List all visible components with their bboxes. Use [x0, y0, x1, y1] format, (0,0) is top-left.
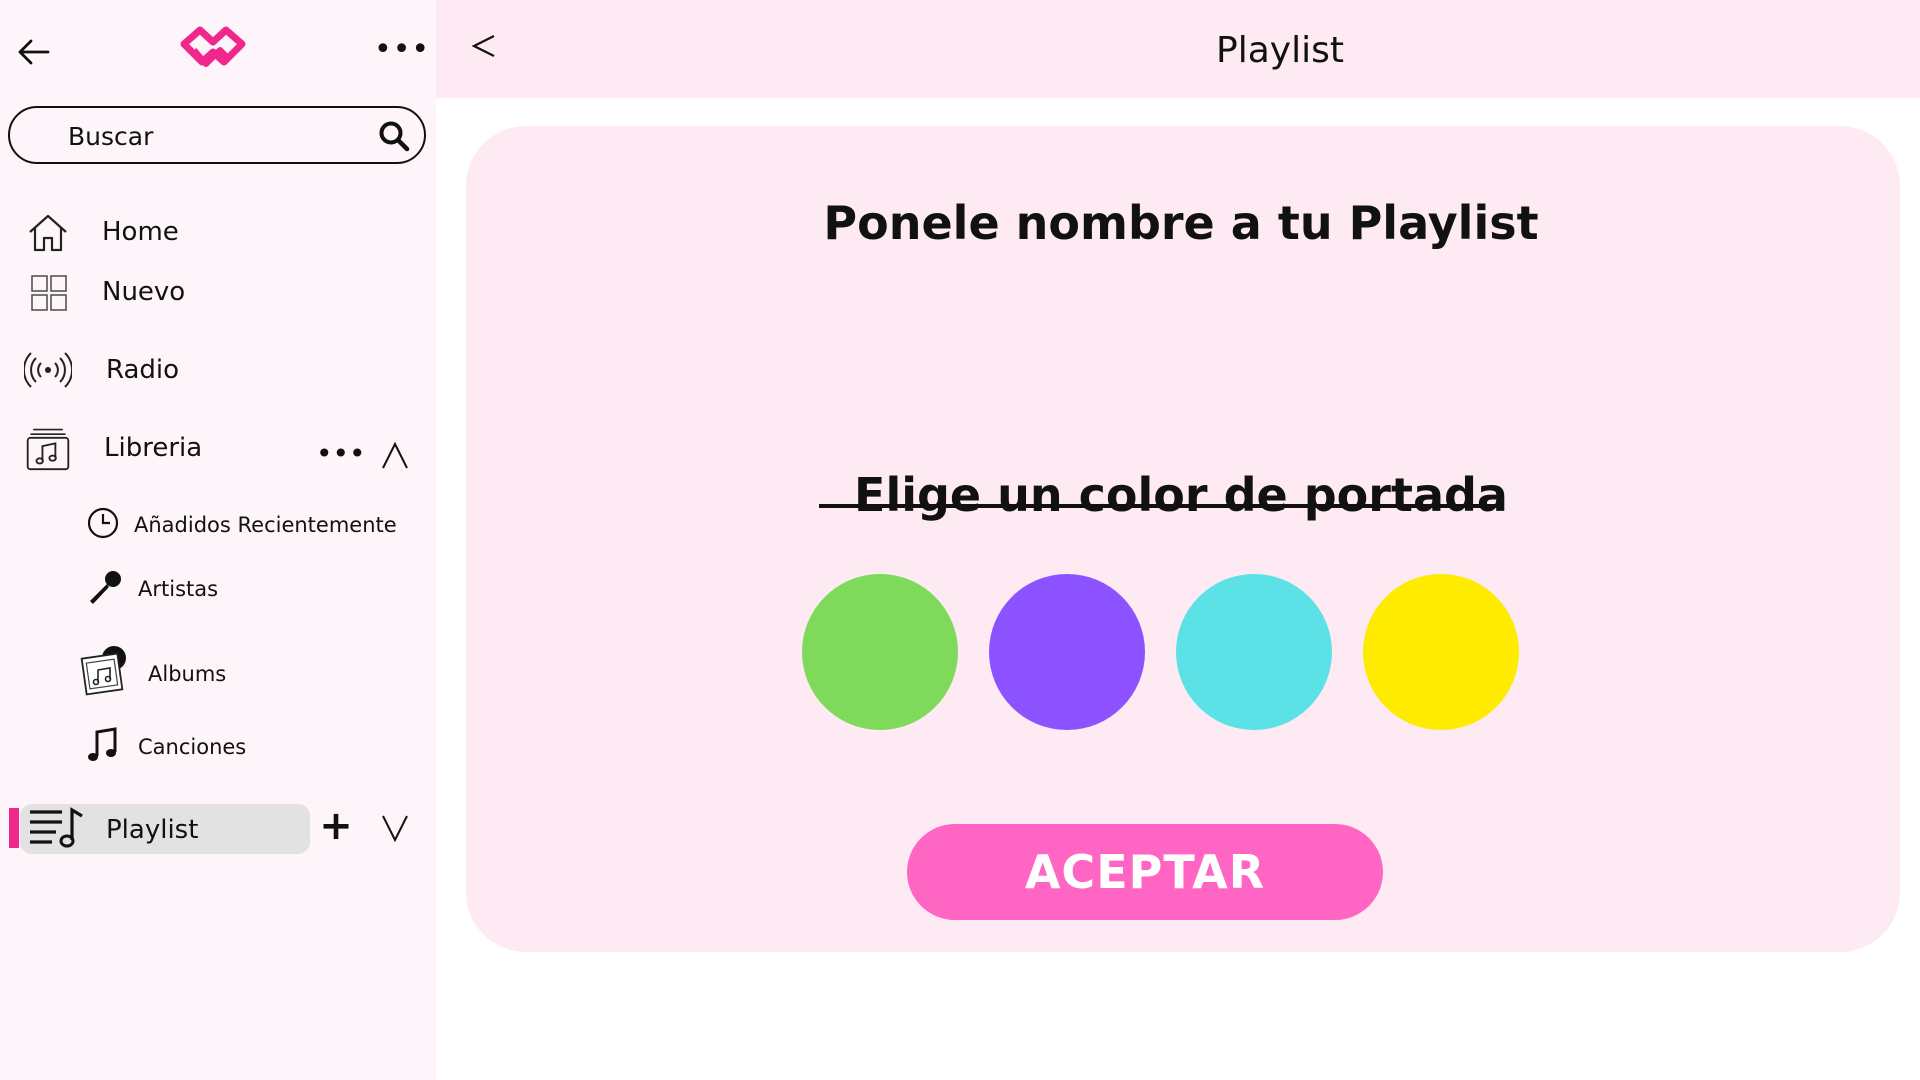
playlist-icon — [28, 806, 86, 854]
sidebar-subitem-recent[interactable]: Añadidos Recientemente — [86, 506, 397, 544]
clock-icon — [86, 506, 120, 544]
chevron-down-icon[interactable] — [380, 814, 410, 844]
search-icon[interactable] — [378, 120, 410, 152]
sidebar-subitem-label: Albums — [148, 662, 227, 686]
color-swatch-yellow[interactable] — [1363, 574, 1519, 730]
sidebar: ••• Home Nuevo — [0, 0, 436, 1080]
sidebar-top-bar: ••• — [0, 0, 436, 100]
color-swatch-green[interactable] — [802, 574, 958, 730]
sidebar-item-label: Nuevo — [102, 277, 186, 307]
back-chevron-icon[interactable] — [470, 28, 498, 64]
active-indicator — [9, 808, 19, 848]
microphone-icon — [86, 568, 124, 610]
name-heading-text: Ponele nombre a tu Playlist — [823, 196, 1539, 250]
library-more-icon[interactable]: ••• — [316, 440, 366, 468]
accept-button[interactable]: ACEPTAR — [907, 824, 1383, 920]
sidebar-subitem-label: Añadidos Recientemente — [134, 513, 397, 537]
library-icon — [24, 424, 72, 472]
sidebar-item-libreria[interactable]: Libreria — [24, 424, 202, 472]
sidebar-subitem-label: Artistas — [138, 577, 219, 601]
grid-icon — [24, 268, 72, 316]
color-swatch-purple[interactable] — [989, 574, 1145, 730]
home-icon — [24, 208, 72, 256]
create-playlist-card: Ponele nombre a tu Playlist Elige un col… — [466, 126, 1900, 952]
app-logo — [180, 26, 246, 67]
chevron-up-icon[interactable] — [380, 440, 410, 470]
sidebar-subitem-albums[interactable]: Albums — [80, 644, 226, 704]
sidebar-item-label: Libreria — [104, 433, 203, 463]
sidebar-item-label: Playlist — [106, 815, 199, 845]
color-heading-text: Elige un color de portada — [854, 468, 1508, 522]
sidebar-item-home[interactable]: Home — [24, 208, 179, 256]
sidebar-item-nuevo[interactable]: Nuevo — [24, 268, 185, 316]
radio-icon — [24, 346, 72, 394]
sidebar-subitem-canciones[interactable]: Canciones — [86, 726, 246, 768]
sidebar-subitem-label: Canciones — [138, 735, 247, 759]
search-box — [8, 106, 426, 164]
sidebar-item-label: Home — [102, 217, 179, 247]
color-swatch-cyan[interactable] — [1176, 574, 1332, 730]
more-options-icon[interactable]: ••• — [374, 35, 429, 76]
page-header: Playlist — [436, 0, 1920, 98]
back-arrow-icon[interactable] — [16, 34, 52, 70]
sidebar-item-radio[interactable]: Radio — [24, 346, 179, 394]
music-note-icon — [86, 726, 120, 768]
sidebar-item-playlist-content[interactable]: Playlist — [28, 806, 198, 854]
sidebar-subitem-artistas[interactable]: Artistas — [86, 568, 218, 610]
color-heading: Elige un color de portada — [466, 468, 1900, 522]
search-input[interactable] — [66, 118, 370, 154]
add-playlist-button[interactable]: + — [318, 806, 354, 848]
sidebar-item-label: Radio — [106, 355, 180, 385]
album-icon — [80, 644, 132, 704]
page-title: Playlist — [1216, 30, 1344, 71]
name-heading: Ponele nombre a tu Playlist — [466, 196, 1900, 250]
